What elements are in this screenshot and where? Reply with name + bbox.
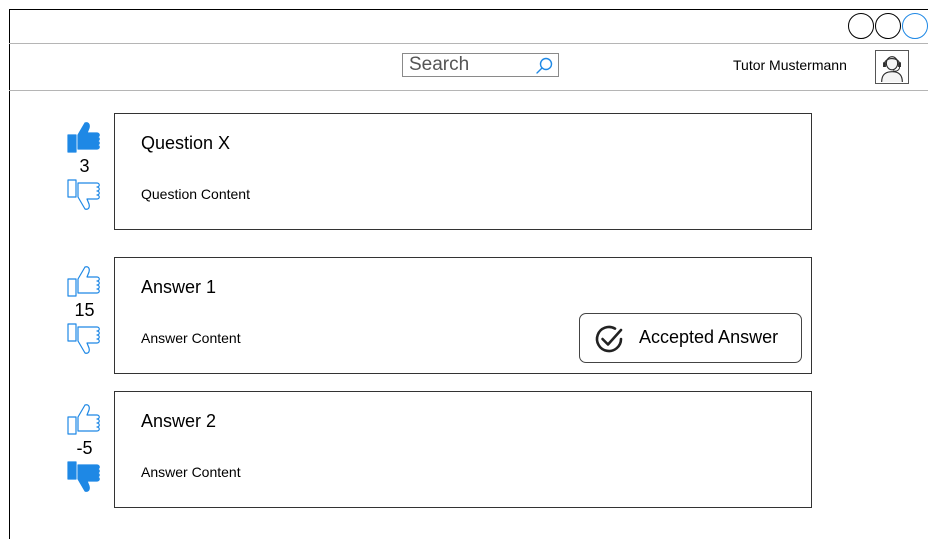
titlebar-divider [9, 43, 928, 44]
search-input[interactable] [409, 55, 524, 75]
accepted-answer-label: Accepted Answer [639, 327, 779, 347]
check-circle-icon [595, 325, 623, 353]
question-vote-control: 3 [62, 120, 107, 216]
answer-content: Answer Content [141, 330, 241, 346]
question-title: Question X [141, 133, 231, 153]
thumbs-down-icon[interactable] [66, 178, 102, 212]
vote-count: 3 [79, 156, 90, 176]
search-icon[interactable] [534, 56, 554, 76]
question-card: Question X Question Content [114, 113, 812, 230]
window-control-circle[interactable] [875, 13, 901, 39]
thumbs-down-icon[interactable] [66, 322, 102, 356]
accepted-answer-badge[interactable]: Accepted Answer [579, 313, 802, 363]
user-name[interactable]: Tutor Mustermann [733, 57, 847, 73]
answer-card: Answer 1 Answer Content Accepted Answer [114, 257, 812, 374]
thumbs-up-icon[interactable] [66, 120, 102, 154]
answer-content: Answer Content [141, 464, 241, 480]
thumbs-down-icon[interactable] [66, 460, 102, 494]
question-content: Question Content [141, 186, 250, 202]
window-controls [848, 13, 928, 41]
answer-vote-control: 15 [62, 264, 107, 360]
user-avatar-icon [881, 56, 903, 83]
answer-card: Answer 2 Answer Content [114, 391, 812, 508]
answer-title: Answer 1 [141, 277, 217, 297]
header-divider [9, 90, 928, 91]
search-box[interactable] [402, 53, 559, 77]
user-avatar[interactable] [875, 50, 909, 84]
vote-count: 15 [74, 300, 95, 320]
answer-vote-control: -5 [62, 402, 107, 498]
answer-title: Answer 2 [141, 411, 217, 431]
thumbs-up-icon[interactable] [66, 402, 102, 436]
window-control-circle[interactable] [848, 13, 874, 39]
vote-count: -5 [76, 438, 93, 458]
thumbs-up-icon[interactable] [66, 264, 102, 298]
window-control-circle[interactable] [902, 13, 928, 39]
